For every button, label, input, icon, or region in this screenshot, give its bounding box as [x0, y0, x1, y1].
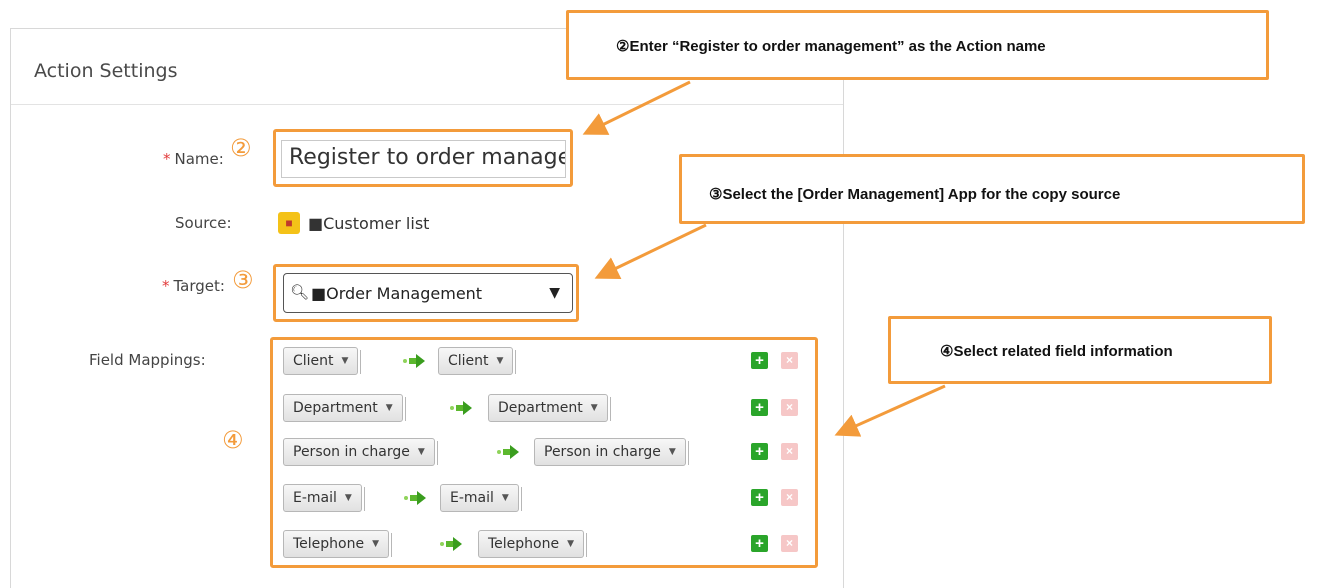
- callout-connectors: [582, 80, 946, 437]
